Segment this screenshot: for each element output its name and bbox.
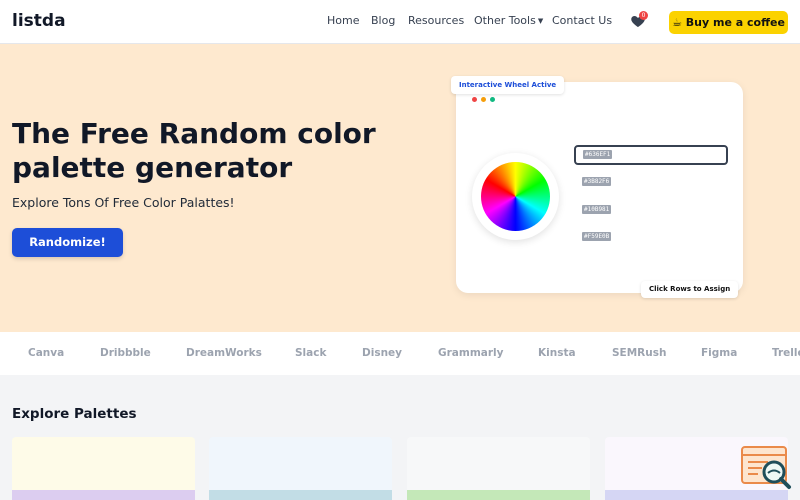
- window-dot-green: [490, 97, 495, 102]
- brand-grammarly: Grammarly: [438, 347, 504, 359]
- nav-other-tools-dropdown[interactable]: Other Tools ▼: [474, 14, 543, 27]
- nav-contact-link[interactable]: Contact Us: [552, 14, 612, 27]
- palette-card-swatch: [12, 490, 195, 500]
- palette-row-3[interactable]: #10B981: [574, 200, 728, 220]
- buy-me-a-coffee-button[interactable]: ☕ Buy me a coffee: [669, 11, 788, 34]
- hex-label: #F59E0B: [582, 232, 612, 241]
- brand-figma: Figma: [701, 347, 738, 359]
- color-wheel[interactable]: [481, 162, 550, 231]
- palette-card[interactable]: [12, 437, 195, 500]
- hero-title: The Free Random color palette generator: [12, 117, 376, 184]
- brand-slack: Slack: [295, 347, 327, 359]
- window-dot-yellow: [481, 97, 486, 102]
- brand-kinsta: Kinsta: [538, 347, 576, 359]
- palette-row-1[interactable]: #636EF1: [574, 145, 728, 165]
- favorites-count-badge: 0: [639, 11, 648, 20]
- palette-card-swatch: [605, 490, 788, 500]
- explore-title: Explore Palettes: [12, 406, 137, 422]
- randomize-button[interactable]: Randomize!: [12, 228, 123, 257]
- palette-row-2[interactable]: #3B82F6: [574, 172, 728, 192]
- hex-label: #636EF1: [583, 150, 613, 159]
- palette-card[interactable]: [209, 437, 392, 500]
- color-wheel-frame[interactable]: [472, 153, 559, 240]
- nav-resources-link[interactable]: Resources: [408, 14, 464, 27]
- hex-label: #3B82F6: [582, 177, 612, 186]
- hex-label: #10B981: [582, 205, 612, 214]
- hero-section: The Free Random color palette generator …: [0, 44, 800, 332]
- brand-trello: Trello: [772, 347, 800, 359]
- interactive-wheel-tag: Interactive Wheel Active: [451, 76, 565, 94]
- nav-blog-link[interactable]: Blog: [371, 14, 395, 27]
- top-header: listda Home Blog Resources Other Tools ▼ …: [0, 0, 800, 44]
- click-rows-tag: Click Rows to Assign: [641, 281, 739, 298]
- palette-card-swatch: [407, 490, 590, 500]
- window-dot-red: [472, 97, 477, 102]
- brand-dribbble: Dribbble: [100, 347, 151, 359]
- nav-home-link[interactable]: Home: [327, 14, 359, 27]
- hero-subtitle: Explore Tons Of Free Color Palattes!: [12, 195, 235, 210]
- palette-card-swatch: [209, 490, 392, 500]
- site-logo[interactable]: listda: [12, 11, 66, 31]
- chevron-down-icon: ▼: [537, 17, 544, 25]
- brand-logos-strip: Canva Dribbble DreamWorks Slack Disney G…: [0, 332, 800, 375]
- palette-card-top: [12, 437, 195, 490]
- explore-section: Explore Palettes: [0, 375, 800, 500]
- brand-canva: Canva: [28, 347, 65, 359]
- brand-semrush: SEMRush: [612, 347, 667, 359]
- code-search-icon[interactable]: [740, 445, 792, 491]
- palette-card-top: [407, 437, 590, 490]
- nav-other-tools-label: Other Tools: [474, 14, 536, 27]
- palette-row-4[interactable]: #F59E0B: [574, 227, 728, 247]
- brand-disney: Disney: [362, 347, 403, 359]
- palette-card[interactable]: [407, 437, 590, 500]
- brand-dreamworks: DreamWorks: [186, 347, 262, 359]
- palette-card-top: [209, 437, 392, 490]
